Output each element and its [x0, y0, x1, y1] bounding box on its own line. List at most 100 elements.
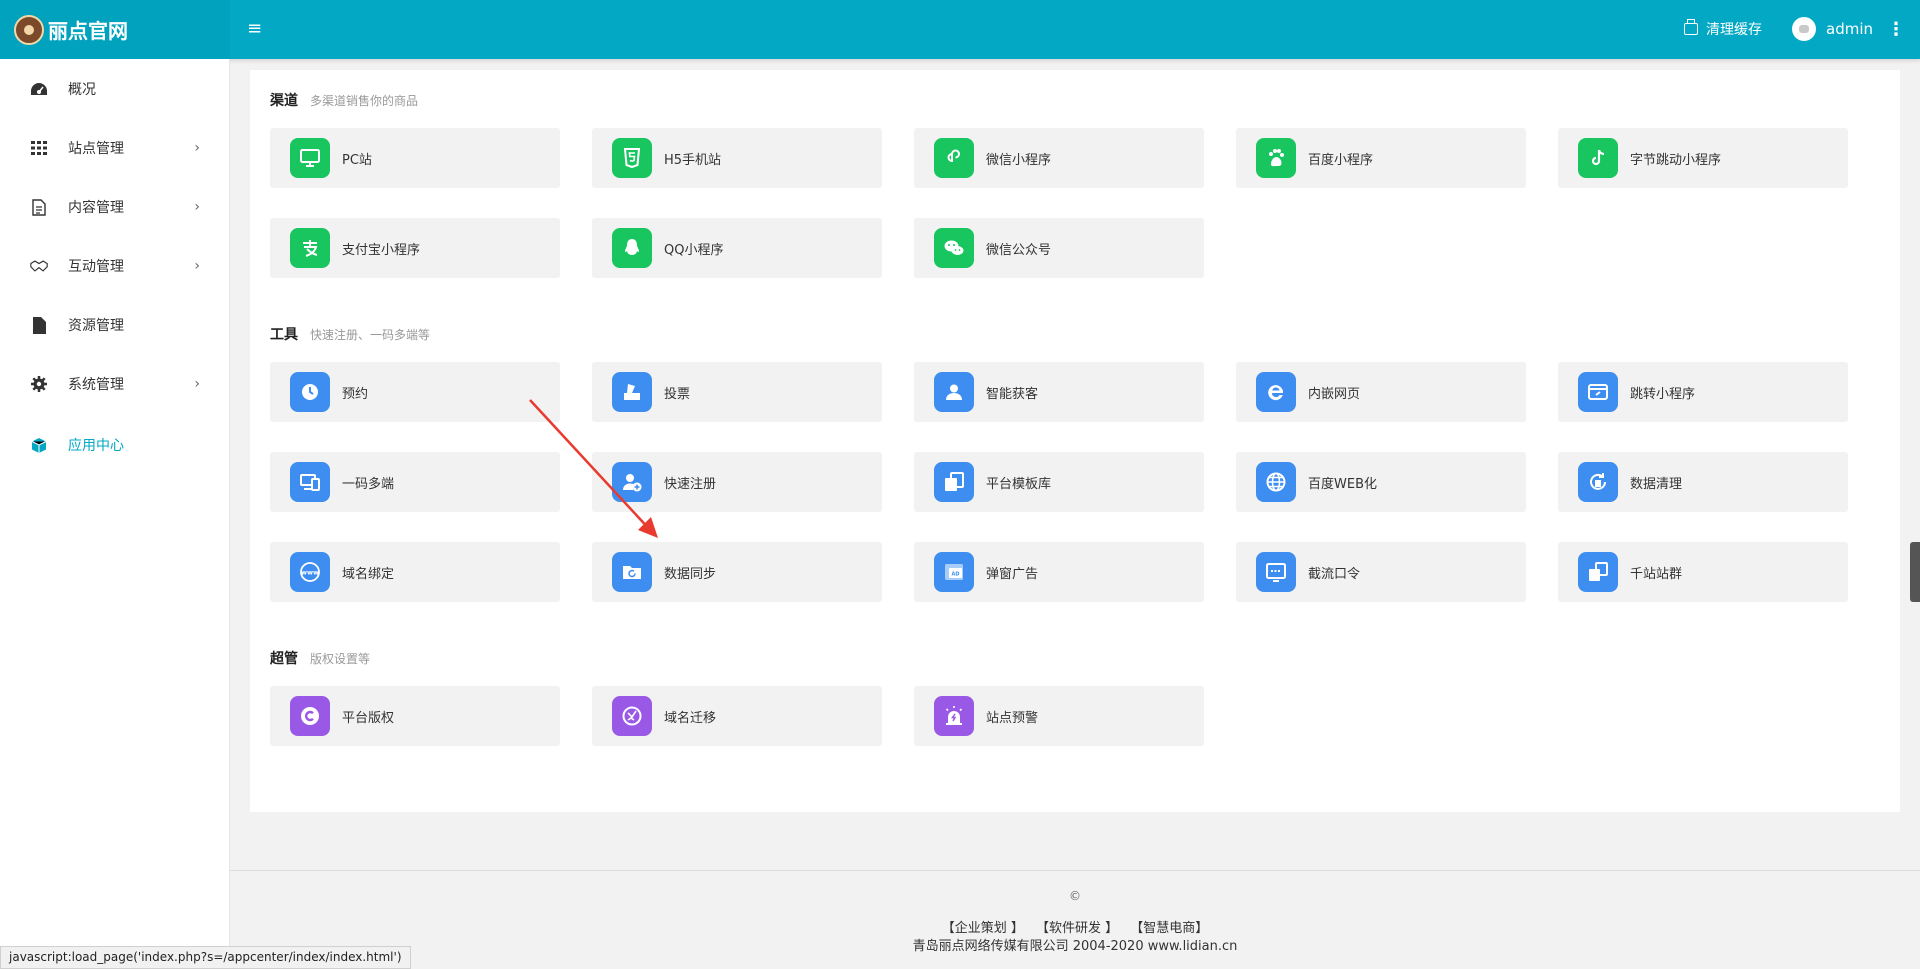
app-card-label: H5手机站 [664, 152, 722, 168]
qq-penguin-icon [612, 228, 652, 268]
handshake-icon [30, 257, 48, 275]
section-heading: 超管 [270, 651, 298, 667]
app-card-label: 一码多端 [342, 476, 395, 492]
user-name: admin [1826, 20, 1873, 38]
app-card-label: 跳转小程序 [1630, 386, 1696, 402]
footer-link-software-development[interactable]: 【软件研发 】 [1036, 921, 1118, 936]
file-icon [30, 316, 48, 334]
clear-cache-label: 清理缓存 [1706, 22, 1762, 38]
app-card-appointment[interactable]: 预约 [270, 362, 560, 422]
app-card-baidu-web[interactable]: 百度WEB化 [1236, 452, 1526, 512]
user-menu[interactable]: admin ⋮ [1792, 17, 1905, 41]
app-card-label: 微信小程序 [986, 152, 1052, 168]
app-card-data-sync[interactable]: 数据同步 [592, 542, 882, 602]
miniprogram-icon [934, 138, 974, 178]
svg-text:AD: AD [951, 571, 959, 577]
app-card-label: 预约 [342, 386, 369, 402]
brand[interactable]: 丽点官网 [0, 0, 230, 59]
app-card-one-code-multi-end[interactable]: 一码多端 [270, 452, 560, 512]
app-card-wechat-official-account[interactable]: 微信公众号 [914, 218, 1204, 278]
app-card-intercept-password[interactable]: 截流口令 [1236, 542, 1526, 602]
app-card-vote[interactable]: 投票 [592, 362, 882, 422]
chevron-right-icon: › [194, 376, 200, 392]
chevron-right-icon: › [194, 140, 200, 156]
brand-title: 丽点官网 [48, 19, 128, 43]
app-card-wechat-miniprogram[interactable]: 微信小程序 [914, 128, 1204, 188]
app-card-qq-miniprogram[interactable]: QQ小程序 [592, 218, 882, 278]
sidebar-item-app-center[interactable]: 应用中心 [0, 425, 230, 465]
footer-link-enterprise-planning[interactable]: 【企业策划 】 [942, 921, 1024, 936]
sidebar-item-label: 概况 [68, 82, 96, 98]
password-screen-icon [1256, 552, 1296, 592]
sidebar-item-interaction-management[interactable]: 互动管理 › [0, 246, 230, 286]
app-card-label: 支付宝小程序 [342, 242, 421, 258]
sidebar-item-label: 站点管理 [68, 141, 124, 157]
app-card-bytedance-miniprogram[interactable]: 字节跳动小程序 [1558, 128, 1848, 188]
sidebar-item-site-management[interactable]: 站点管理 › [0, 128, 230, 168]
section-subtitle: 多渠道销售你的商品 [310, 94, 419, 108]
basket-icon [1684, 19, 1698, 35]
app-card-label: 数据同步 [664, 566, 717, 582]
ballot-box-icon [612, 372, 652, 412]
sidebar-item-system-management[interactable]: 系统管理 › [0, 364, 230, 404]
browser-status-bar: javascript:load_page('index.php?s=/appce… [0, 946, 411, 969]
app-card-label: 数据清理 [1630, 476, 1683, 492]
link-window-icon [1578, 372, 1618, 412]
app-card-baidu-miniprogram[interactable]: 百度小程序 [1236, 128, 1526, 188]
document-icon [30, 198, 48, 216]
app-card-site-warning[interactable]: 站点预警 [914, 686, 1204, 746]
app-card-embedded-webpage[interactable]: 内嵌网页 [1236, 362, 1526, 422]
app-card-label: 内嵌网页 [1308, 386, 1361, 402]
stacked-windows-icon [1578, 552, 1618, 592]
sidebar-item-label: 应用中心 [68, 438, 124, 454]
cube-icon [30, 436, 48, 454]
alarm-icon [934, 696, 974, 736]
footer-links: 【企业策划 】 【软件研发 】 【智慧电商】 [230, 917, 1920, 936]
footer: © 【企业策划 】 【软件研发 】 【智慧电商】 青岛丽点网络传媒有限公司 20… [230, 870, 1920, 969]
app-card-jump-miniprogram[interactable]: 跳转小程序 [1558, 362, 1848, 422]
devices-icon [290, 462, 330, 502]
sidebar-item-label: 系统管理 [68, 377, 124, 393]
wechat-icon [934, 228, 974, 268]
refresh-cleanup-icon [1578, 462, 1618, 502]
section-admin-title: 超管 版权设置等 [270, 648, 370, 668]
avatar [1792, 17, 1816, 41]
sidebar-item-content-management[interactable]: 内容管理 › [0, 187, 230, 227]
chevron-right-icon: › [194, 258, 200, 274]
footer-link-smart-ecommerce[interactable]: 【智慧电商】 [1130, 921, 1208, 936]
app-card-label: 快速注册 [664, 476, 717, 492]
app-card-smart-leads[interactable]: 智能获客 [914, 362, 1204, 422]
app-card-h5-mobile[interactable]: H5手机站 [592, 128, 882, 188]
brand-logo-icon [14, 14, 44, 45]
section-subtitle: 快速注册、一码多端等 [310, 328, 431, 342]
grid-icon [30, 139, 48, 157]
app-card-alipay-miniprogram[interactable]: 支付宝小程序 [270, 218, 560, 278]
app-card-template-library[interactable]: 平台模板库 [914, 452, 1204, 512]
app-card-domain-migration[interactable]: 域名迁移 [592, 686, 882, 746]
www-icon: www [290, 552, 330, 592]
more-vertical-icon[interactable]: ⋮ [1887, 19, 1905, 40]
section-channels-title: 渠道 多渠道销售你的商品 [270, 90, 418, 110]
app-card-label: 平台模板库 [986, 476, 1052, 492]
app-card-data-cleanup[interactable]: 数据清理 [1558, 452, 1848, 512]
app-card-label: 平台版权 [342, 710, 395, 726]
app-card-pc-site[interactable]: PC站 [270, 128, 560, 188]
sidebar-item-resource-management[interactable]: 资源管理 [0, 305, 230, 345]
copyright-symbol: © [1069, 889, 1081, 903]
app-card-site-cluster[interactable]: 千站站群 [1558, 542, 1848, 602]
footer-company: 青岛丽点网络传媒有限公司 2004-2020 www.lidian.cn [912, 939, 1238, 954]
sidebar-item-overview[interactable]: 概况 [0, 69, 230, 109]
app-center-panel: 渠道 多渠道销售你的商品 PC站 H5手机站 微信小程序 百度小程序 字节跳动小… [250, 70, 1900, 812]
app-card-popup-ad[interactable]: AD 弹窗广告 [914, 542, 1204, 602]
app-card-quick-register[interactable]: 快速注册 [592, 452, 882, 512]
hamburger-icon[interactable]: ≡ [247, 20, 265, 38]
app-card-label: PC站 [342, 152, 372, 168]
section-heading: 渠道 [270, 93, 298, 109]
side-scroll-handle[interactable] [1910, 542, 1920, 602]
section-heading: 工具 [270, 327, 298, 343]
sidebar-item-label: 互动管理 [68, 259, 124, 275]
clear-cache-button[interactable]: 清理缓存 [1684, 19, 1762, 39]
app-card-platform-copyright[interactable]: 平台版权 [270, 686, 560, 746]
app-card-domain-binding[interactable]: www 域名绑定 [270, 542, 560, 602]
sidebar: 概况 站点管理 › 内容管理 › 互动管理 › 资源管理 系统管理 › 应用中心 [0, 59, 230, 969]
